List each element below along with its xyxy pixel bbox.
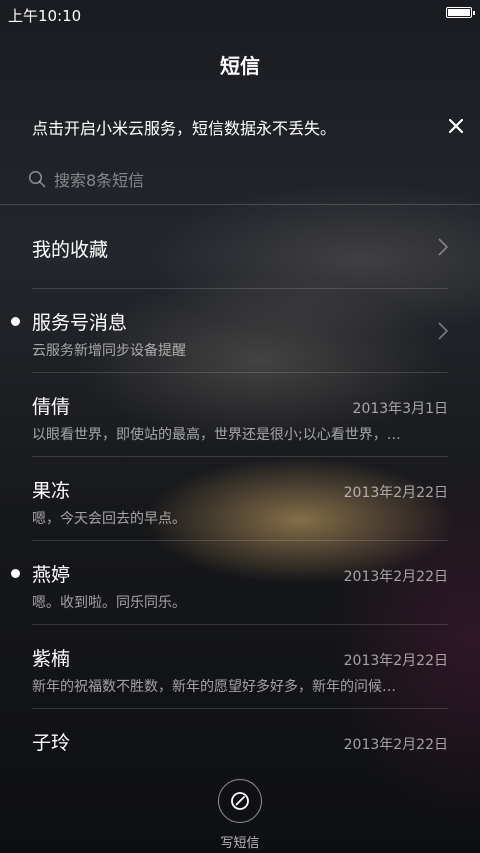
page-title: 短信: [220, 54, 260, 78]
conversation-date: 2013年2月22日: [343, 485, 448, 501]
conversation-row[interactable]: 倩倩 2013年3月1日 以眼看世界，即使站的最高，世界还是很小;以心看世界，…: [0, 373, 480, 457]
conversation-date: 2013年2月22日: [343, 569, 448, 585]
conversation-preview: 以眼看世界，即使站的最高，世界还是很小;以心看世界，…: [32, 427, 401, 443]
conversation-date: 2013年2月22日: [343, 653, 448, 669]
conversation-preview: 新年的祝福数不胜数，新年的愿望好多好多，新年的问候…: [32, 679, 396, 695]
banner-close-button[interactable]: [440, 110, 472, 142]
conversation-row[interactable]: 紫楠 2013年2月22日 新年的祝福数不胜数，新年的愿望好多好多，新年的问候…: [0, 625, 480, 709]
conversation-name: 燕婷: [32, 564, 71, 586]
conversation-preview: 嗯。收到啦。同乐同乐。: [32, 595, 186, 611]
status-time: 上午10:10: [8, 7, 82, 25]
compose-label[interactable]: 写短信: [0, 832, 480, 851]
conversation-preview: 云服务新增同步设备提醒: [32, 343, 186, 359]
conversation-row[interactable]: 燕婷 2013年2月22日 嗯。收到啦。同乐同乐。: [0, 541, 480, 625]
conversation-row-service[interactable]: 服务号消息 云服务新增同步设备提醒: [0, 289, 480, 373]
conversation-row[interactable]: 果冻 2013年2月22日 嗯，今天会回去的早点。: [0, 457, 480, 541]
conversation-name: 果冻: [32, 480, 71, 502]
conversation-name: 紫楠: [32, 648, 71, 670]
conversation-name: 倩倩: [32, 396, 71, 418]
conversation-name: 子玲: [32, 732, 71, 754]
conversation-date: 2013年3月1日: [352, 401, 448, 417]
search-input[interactable]: 搜索8条短信: [54, 167, 144, 191]
chevron-right-icon: [438, 322, 449, 340]
unread-dot: [11, 569, 20, 578]
unread-dot: [11, 317, 20, 326]
compose-button[interactable]: [218, 779, 262, 823]
compose-icon: [231, 792, 249, 810]
battery-icon: [446, 7, 475, 18]
search-bar[interactable]: 搜索8条短信: [28, 162, 448, 196]
search-icon: [28, 170, 46, 188]
conversation-preview: 嗯，今天会回去的早点。: [32, 511, 186, 527]
cloud-service-banner[interactable]: 点击开启小米云服务，短信数据永不丢失。: [32, 115, 336, 139]
conversation-date: 2013年2月22日: [343, 737, 448, 753]
conversation-name: 我的收藏: [32, 239, 109, 261]
chevron-right-icon: [438, 238, 449, 256]
conversation-name: 服务号消息: [32, 312, 128, 334]
close-icon: [449, 119, 463, 133]
conversation-list: 我的收藏 服务号消息 云服务新增同步设备提醒 倩倩 2013年3月1日 以眼看世…: [0, 205, 480, 793]
conversation-row-favorites[interactable]: 我的收藏: [0, 205, 480, 289]
status-bar: 上午10:10: [0, 0, 480, 28]
